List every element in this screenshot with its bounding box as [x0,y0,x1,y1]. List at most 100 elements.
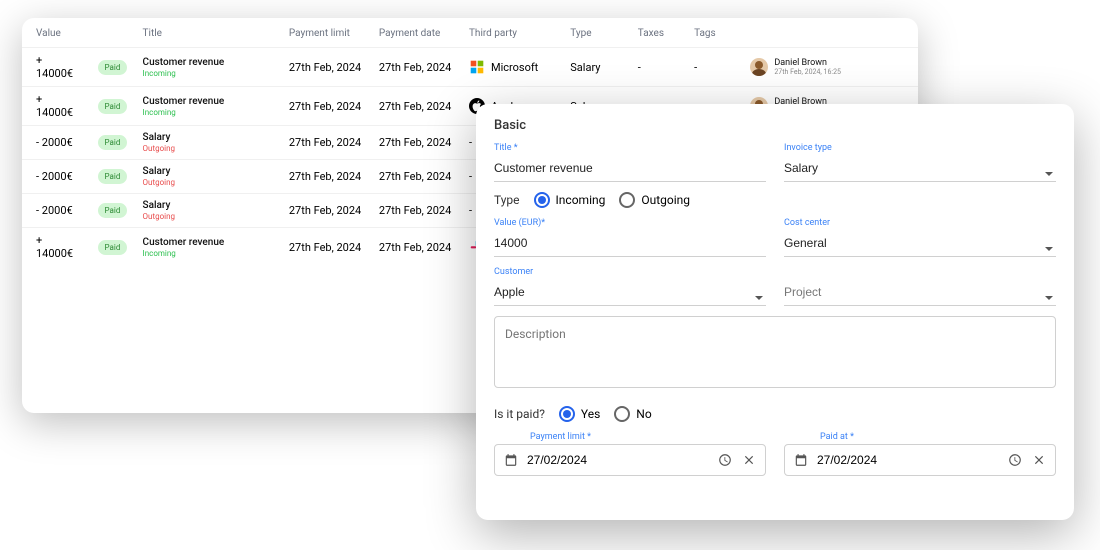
customer-select[interactable] [494,279,766,306]
clock-icon[interactable] [1007,452,1023,468]
description-textarea[interactable] [494,316,1056,388]
no-label: No [636,407,651,421]
cell-direction: Incoming [143,69,273,78]
cell-title: Customer revenue [143,57,273,68]
user-name: Daniel Brown [774,58,841,68]
payment-limit-label: Payment limit * [494,432,766,442]
radio-checked-icon [559,406,575,422]
cost-center-select[interactable] [784,230,1056,257]
invoice-type-label: Invoice type [784,143,1056,153]
header-value[interactable]: Value [22,18,90,48]
party-name: - [469,204,472,217]
payment-limit-input[interactable] [527,453,709,467]
form-heading: Basic [494,118,1056,133]
yes-label: Yes [581,407,600,421]
cell-direction: Incoming [143,249,273,258]
paid-label: Is it paid? [494,407,545,421]
cell-limit: 27th Feb, 2024 [281,126,371,160]
cell-title: Salary [143,166,273,177]
value-input[interactable] [494,230,766,257]
header-date[interactable]: Payment date [371,18,461,48]
cell-value: + 14000€ [22,48,90,87]
type-outgoing-radio[interactable]: Outgoing [619,192,690,208]
cell-date: 27th Feb, 2024 [371,160,461,194]
radio-checked-icon [534,192,550,208]
microsoft-icon [469,59,485,75]
cell-date: 27th Feb, 2024 [371,87,461,126]
cell-value: + 14000€ [22,87,90,126]
paid-yes-radio[interactable]: Yes [559,406,600,422]
paid-at-label: Paid at * [784,432,1056,442]
clear-icon[interactable] [741,452,757,468]
calendar-icon[interactable] [503,452,519,468]
cell-date: 27th Feb, 2024 [371,194,461,228]
cell-value: - 2000€ [22,194,90,228]
cost-center-field: Cost center [784,218,1056,257]
cell-limit: 27th Feb, 2024 [281,87,371,126]
party-name: Microsoft [491,61,538,74]
cell-date: 27th Feb, 2024 [371,48,461,87]
status-badge: Paid [98,99,128,114]
invoice-type-field: Invoice type [784,143,1056,182]
cell-direction: Outgoing [143,212,273,221]
outgoing-label: Outgoing [641,193,690,207]
title-input[interactable] [494,155,766,182]
cell-taxes: - [630,48,686,87]
header-title[interactable]: Title [135,18,281,48]
cell-limit: 27th Feb, 2024 [281,194,371,228]
cell-limit: 27th Feb, 2024 [281,228,371,267]
value-label: Value (EUR)* [494,218,766,228]
cell-value: + 14000€ [22,228,90,267]
cell-value: - 2000€ [22,126,90,160]
header-tags[interactable]: Tags [686,18,742,48]
type-label: Type [494,193,520,207]
header-limit[interactable]: Payment limit [281,18,371,48]
status-badge: Paid [98,203,128,218]
party-name: - [469,170,472,183]
user-time: 27th Feb, 2024, 16:25 [774,68,841,76]
radio-unchecked-icon [614,406,630,422]
customer-field: Customer [494,267,766,306]
cost-center-label: Cost center [784,218,1056,228]
table-row[interactable]: + 14000€ Paid Customer revenueIncoming 2… [22,48,918,87]
cell-title: Customer revenue [143,237,273,248]
cell-limit: 27th Feb, 2024 [281,48,371,87]
invoice-type-select[interactable] [784,155,1056,182]
cell-type: Salary [562,48,630,87]
cell-title: Customer revenue [143,96,273,107]
customer-label: Customer [494,267,766,277]
title-label: Title * [494,143,766,153]
paid-no-radio[interactable]: No [614,406,651,422]
avatar [750,58,768,76]
radio-unchecked-icon [619,192,635,208]
cell-date: 27th Feb, 2024 [371,126,461,160]
status-badge: Paid [98,240,128,255]
paid-at-field: Paid at * [784,432,1056,476]
status-badge: Paid [98,169,128,184]
cell-limit: 27th Feb, 2024 [281,160,371,194]
title-field: Title * [494,143,766,182]
header-taxes[interactable]: Taxes [630,18,686,48]
status-badge: Paid [98,60,128,75]
cell-tags: - [686,48,742,87]
clock-icon[interactable] [717,452,733,468]
paid-at-input[interactable] [817,453,999,467]
project-field [784,267,1056,306]
payment-limit-field: Payment limit * [494,432,766,476]
cell-direction: Incoming [143,108,273,117]
header-type[interactable]: Type [562,18,630,48]
cell-date: 27th Feb, 2024 [371,228,461,267]
clear-icon[interactable] [1031,452,1047,468]
party-name: - [469,136,472,149]
type-incoming-radio[interactable]: Incoming [534,192,606,208]
project-label [784,267,1056,277]
cell-direction: Outgoing [143,178,273,187]
status-badge: Paid [98,135,128,150]
calendar-icon[interactable] [793,452,809,468]
cell-title: Salary [143,200,273,211]
header-party[interactable]: Third party [461,18,562,48]
cell-direction: Outgoing [143,144,273,153]
project-select[interactable] [784,279,1056,306]
cell-title: Salary [143,132,273,143]
cell-value: - 2000€ [22,160,90,194]
